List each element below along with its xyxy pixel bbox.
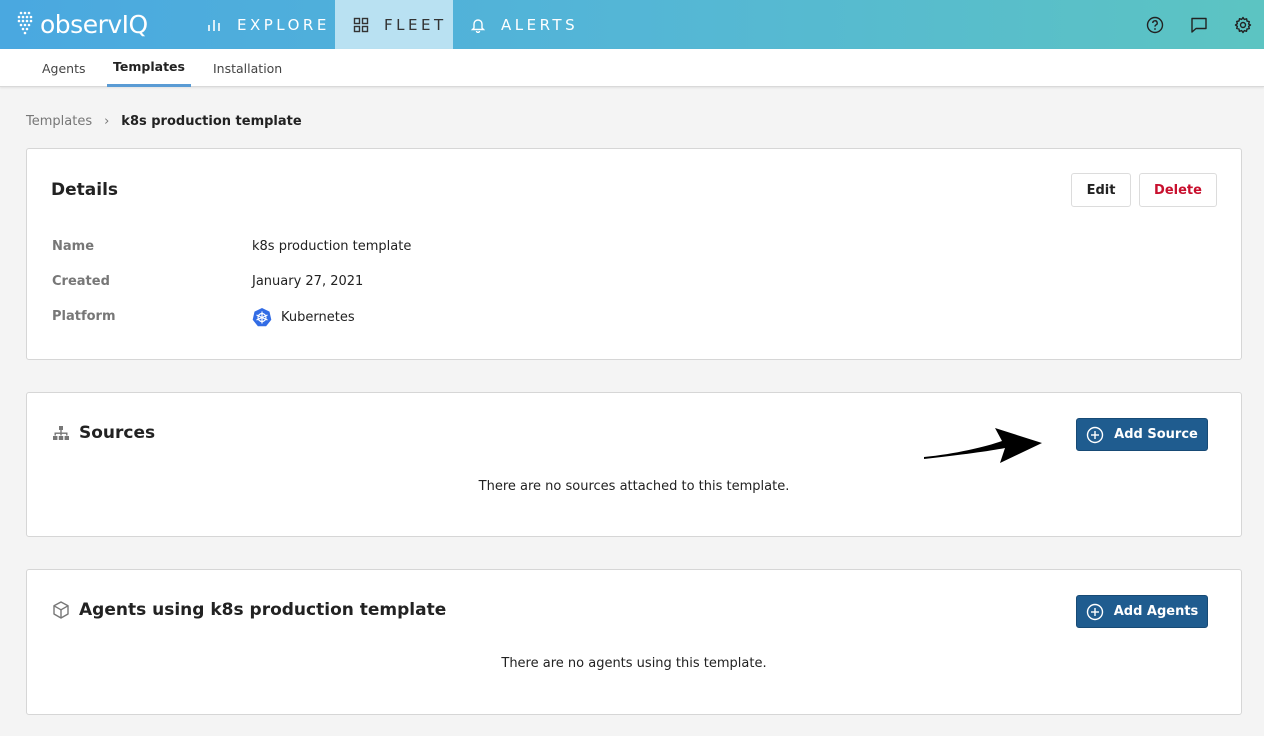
breadcrumb-current: k8s production template — [121, 114, 302, 129]
bell-icon — [469, 16, 487, 34]
kubernetes-icon — [252, 308, 272, 327]
agents-title: Agents using k8s production template — [79, 600, 447, 620]
tab-templates[interactable]: Templates — [107, 49, 191, 87]
nav-explore[interactable]: EXPLORE — [205, 0, 333, 49]
top-icon-group — [1146, 0, 1252, 49]
observiq-logo[interactable]: observIQ — [14, 8, 148, 40]
detail-value: January 27, 2021 — [252, 274, 364, 289]
detail-label: Created — [52, 274, 110, 289]
logo-dots-icon — [17, 11, 33, 35]
nav-alerts-label: ALERTS — [501, 15, 579, 34]
nav-alerts[interactable]: ALERTS — [469, 0, 579, 49]
settings-gear-icon[interactable] — [1234, 16, 1252, 34]
nav-fleet[interactable]: FLEET — [335, 0, 453, 49]
bar-chart-icon — [205, 16, 223, 34]
sub-navigation: Agents Templates Installation — [0, 49, 1264, 87]
cube-icon — [53, 601, 69, 619]
add-agents-label: Add Agents — [1113, 604, 1199, 619]
sources-title: Sources — [79, 423, 156, 443]
add-source-button[interactable]: Add Source — [1076, 418, 1208, 451]
add-agents-button[interactable]: Add Agents — [1076, 595, 1208, 628]
feedback-icon[interactable] — [1190, 16, 1208, 34]
breadcrumb: Templates › k8s production template — [26, 114, 302, 129]
nav-explore-label: EXPLORE — [237, 15, 330, 34]
breadcrumb-templates-link[interactable]: Templates — [26, 114, 92, 129]
agents-empty-message: There are no agents using this template. — [501, 656, 767, 671]
platform-value: Kubernetes — [252, 307, 355, 327]
agents-card: Agents using k8s production template Add… — [26, 569, 1242, 715]
tab-installation[interactable]: Installation — [213, 49, 282, 87]
grid-icon — [352, 16, 370, 34]
sitemap-icon — [53, 426, 69, 440]
tab-agents[interactable]: Agents — [42, 49, 86, 87]
add-source-label: Add Source — [1114, 427, 1198, 442]
top-navigation-bar: observIQ EXPLORE FLEET ALERTS — [0, 0, 1264, 49]
details-card: Details Edit Delete Name k8s production … — [26, 148, 1242, 360]
help-icon[interactable] — [1146, 16, 1164, 34]
breadcrumb-separator: › — [104, 114, 110, 129]
detail-value: k8s production template — [252, 239, 412, 254]
agents-header: Agents using k8s production template — [51, 600, 446, 620]
delete-button[interactable]: Delete — [1139, 173, 1217, 207]
detail-label: Name — [52, 239, 95, 254]
details-title: Details — [51, 180, 119, 200]
sources-header: Sources — [51, 423, 155, 443]
detail-label: Platform — [52, 309, 116, 324]
plus-circle-icon — [1086, 603, 1103, 620]
edit-button[interactable]: Edit — [1071, 173, 1131, 207]
plus-circle-icon — [1086, 426, 1104, 443]
nav-fleet-label: FLEET — [384, 15, 447, 34]
sources-empty-message: There are no sources attached to this te… — [478, 479, 790, 494]
logo-text: observIQ — [40, 9, 148, 39]
platform-label: Kubernetes — [281, 309, 355, 325]
sources-card: Sources Add Source There are no sources … — [26, 392, 1242, 537]
annotation-arrow-icon — [924, 428, 1042, 463]
